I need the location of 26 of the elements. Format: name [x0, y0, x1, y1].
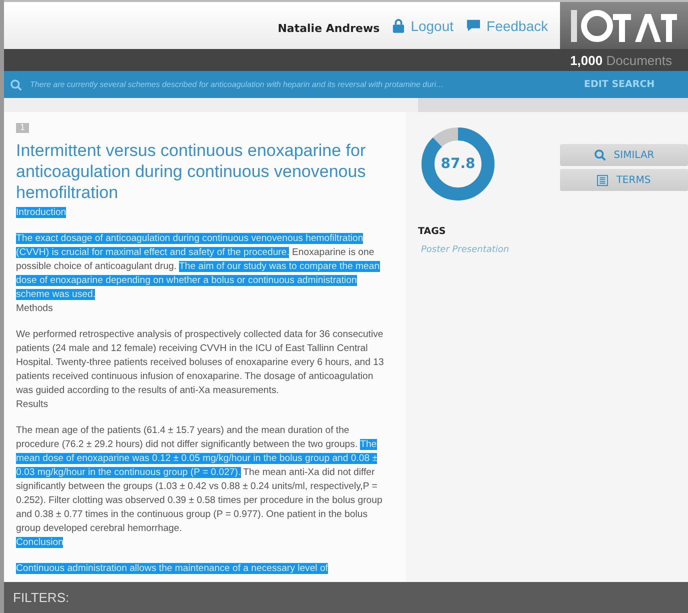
speech-bubble-icon	[466, 19, 481, 32]
edit-search-link[interactable]: EDIT SEARCH	[584, 79, 655, 90]
search-icon	[10, 78, 22, 90]
logout-link[interactable]: Logout	[392, 18, 454, 34]
result-title[interactable]: Intermittent versus continuous enoxaparine for anticoagulation during continuous venovenous hemofiltration	[16, 140, 390, 203]
result-number: 1	[16, 123, 30, 133]
abstract-paragraph: The exact dosage of anticoagulation during continuous venovenous hemofiltration (CVVH) is crucial for maximal effect and safety of the procedure. Enoxaparine is one possible choice of anticoagulant drug. The aim of our study was to compare the mean dose of enoxaparine depending on whether a bolus or continuous administration scheme was used.	[16, 232, 381, 302]
filters-bar[interactable]: FILTERS:	[4, 582, 688, 613]
tag-link[interactable]: Poster Presentation	[421, 245, 514, 255]
document-count: 1,000 Documents	[570, 52, 672, 68]
feedback-link[interactable]: Feedback	[466, 18, 548, 34]
abstract-paragraph: We performed retrospective analysis of prospectively collected data for 36 consecutive patients (24 male and 12 female) receiving CVVH in the ICU of East Tallinn Central Hospital. Twenty-three patients received boluses of enoxaparine every 6 hours, and 13 patients received continuous infusion of enoxaparine. The dosage of anticoagulation was guided according to the results of anti-Xa measurements.	[16, 328, 385, 398]
abstract-paragraph: Continuous administration allows the maintenance of a necessary level of	[16, 562, 329, 576]
search-query: There are currently several schemes described for anticoagulation with heparin and its reversal with protamine duri…	[30, 78, 445, 90]
search-icon	[594, 149, 606, 161]
list-icon	[597, 174, 608, 186]
lock-icon	[392, 18, 405, 33]
user-name: Natalie Andrews	[278, 22, 380, 35]
score-value: 87.8	[440, 156, 476, 172]
action-button[interactable]: TERMS	[560, 169, 688, 191]
action-button[interactable]: SIMILAR	[560, 144, 688, 166]
section-heading: Conclusion	[16, 536, 64, 550]
section-heading: Introduction	[16, 206, 68, 220]
tags-heading: TAGS	[418, 226, 447, 237]
section-heading: Results	[16, 398, 49, 412]
section-heading: Methods	[16, 302, 54, 316]
